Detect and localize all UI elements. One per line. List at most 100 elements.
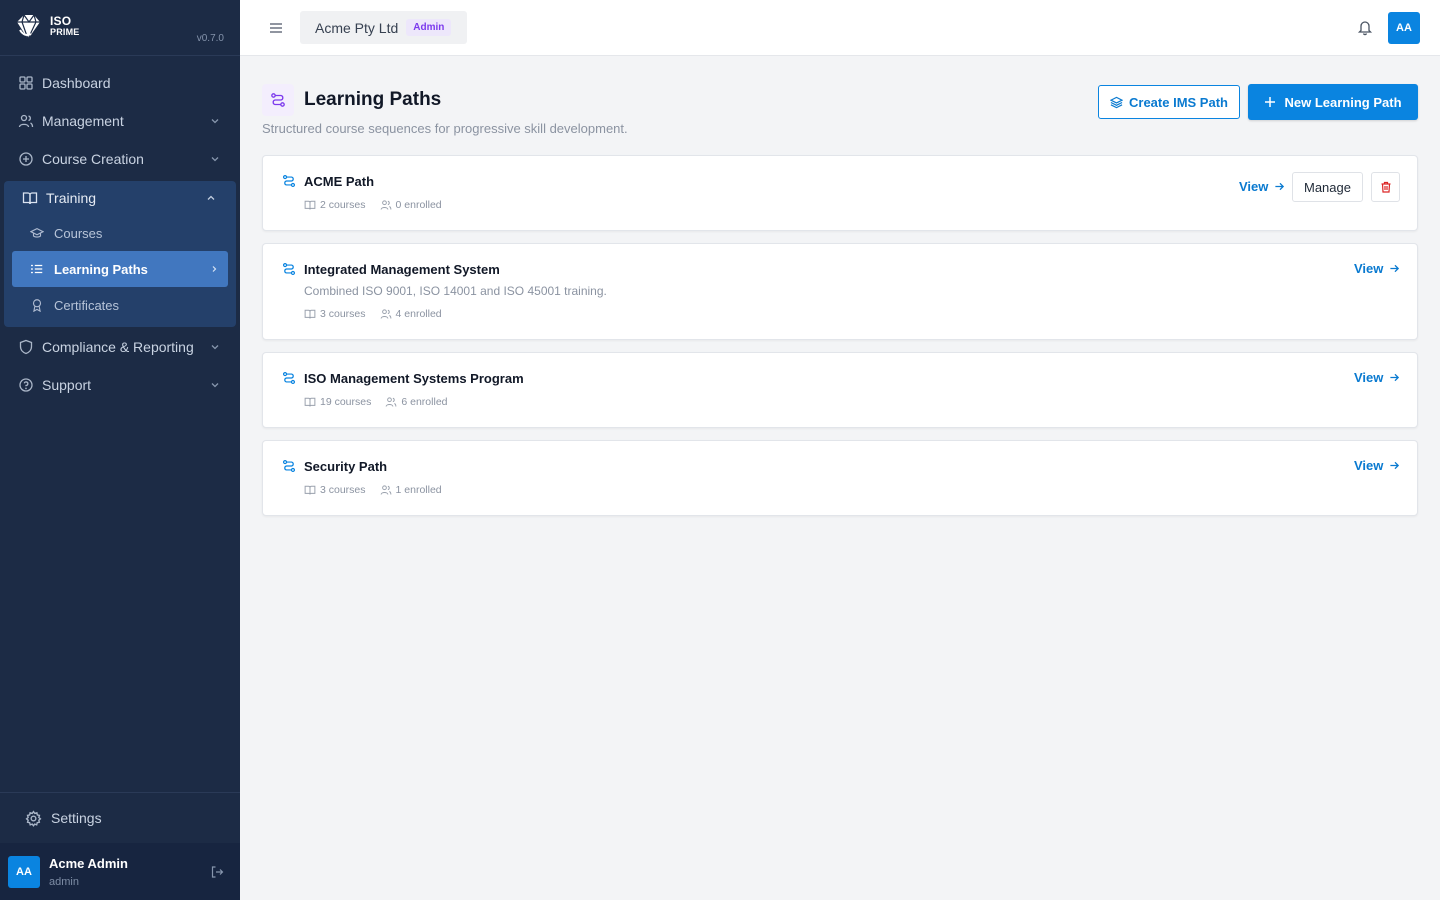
learning-path-card: ACME Path 2 courses 0 enrolled View Mana… (262, 155, 1418, 231)
path-meta: 3 courses 4 enrolled (304, 308, 442, 320)
users-icon (380, 485, 391, 495)
role-badge: Admin (406, 19, 452, 36)
chevron-down-icon (211, 345, 219, 350)
grid-icon (19, 76, 33, 90)
sidebar-item-management[interactable]: Management (0, 102, 240, 140)
app-version: v0.7.0 (196, 33, 224, 44)
delete-path-button[interactable] (1371, 172, 1400, 202)
sidebar-item-course-creation[interactable]: Course Creation (0, 140, 240, 178)
sidebar-item-settings[interactable]: Settings (0, 792, 240, 843)
create-ims-path-button[interactable]: Create IMS Path (1098, 85, 1240, 119)
user-avatar-button[interactable]: AA (1388, 12, 1420, 44)
page-subtitle: Structured course sequences for progress… (262, 121, 628, 136)
sidebar-item-label: Support (42, 377, 92, 393)
view-path-link[interactable]: View (1239, 179, 1285, 194)
sidebar-item-label: Courses (54, 225, 103, 241)
view-path-link[interactable]: View (1354, 261, 1400, 276)
sidebar-item-label: Dashboard (42, 75, 111, 91)
sidebar: ISO PRIME v0.7.0 Dashboard Management Co… (0, 0, 240, 900)
organization-switcher[interactable]: Acme Pty Ltd Admin (300, 11, 467, 44)
topbar: Acme Pty Ltd Admin AA (240, 0, 1440, 56)
avatar[interactable]: AA (8, 855, 40, 888)
org-name: Acme Pty Ltd (315, 19, 399, 36)
path-meta: 2 courses 0 enrolled (304, 199, 442, 211)
arrow-right-icon (1390, 373, 1400, 382)
book-open-icon (304, 485, 316, 495)
award-icon (32, 299, 42, 312)
users-icon (380, 309, 391, 319)
logo-line2: PRIME (50, 27, 80, 37)
users-icon (386, 397, 397, 407)
path-title[interactable]: Security Path (304, 459, 387, 474)
plus-circle-icon (19, 152, 33, 166)
new-learning-path-button[interactable]: New Learning Path (1248, 84, 1418, 120)
path-title[interactable]: ACME Path (304, 174, 374, 189)
shield-icon (19, 339, 33, 355)
sidebar-item-label: Learning Paths (54, 261, 148, 277)
route-icon (282, 371, 296, 385)
manage-path-button[interactable]: Manage (1292, 172, 1363, 202)
gear-icon (25, 809, 42, 827)
user-meta: Acme Admin admin (49, 856, 128, 888)
users-icon (18, 114, 34, 128)
page-icon (262, 84, 294, 116)
chevron-down-icon (211, 119, 219, 124)
path-description: Combined ISO 9001, ISO 14001 and ISO 450… (304, 284, 607, 298)
iso-prime-logo[interactable]: ISO PRIME (14, 12, 80, 42)
sidebar-item-label: Course Creation (42, 151, 144, 167)
user-name: Acme Admin (49, 855, 128, 871)
book-open-icon (304, 200, 316, 210)
logo-line1: ISO (50, 14, 72, 28)
sidebar-item-label: Certificates (54, 297, 120, 313)
new-learning-path-label: New Learning Path (1284, 94, 1402, 110)
course-count: 19 courses (320, 396, 372, 408)
book-open-icon (304, 309, 316, 319)
sidebar-item-learning-paths[interactable]: Learning Paths (12, 251, 228, 287)
sidebar-item-dashboard[interactable]: Dashboard (0, 64, 240, 102)
chevron-down-icon (211, 383, 219, 388)
bell-icon[interactable] (1357, 19, 1373, 36)
list-icon (30, 264, 43, 274)
user-role: admin (49, 875, 79, 888)
hamburger-menu-icon[interactable] (268, 20, 284, 36)
course-count: 3 courses (320, 484, 366, 496)
view-path-link[interactable]: View (1354, 370, 1400, 385)
sidebar-group-training: Training Courses Learning Paths Certific… (4, 181, 236, 327)
sidebar-item-training[interactable]: Training (4, 181, 236, 215)
path-title[interactable]: Integrated Management System (304, 262, 500, 277)
user-profile: AA Acme Admin admin (0, 843, 240, 900)
trash-icon (1381, 181, 1390, 193)
sidebar-item-support[interactable]: Support (0, 366, 240, 404)
logout-icon[interactable] (210, 865, 224, 879)
chevron-right-icon (212, 266, 217, 272)
view-path-link[interactable]: View (1354, 458, 1400, 473)
page-title: Learning Paths (304, 89, 442, 110)
users-icon (380, 200, 391, 210)
route-icon (282, 459, 296, 473)
route-icon (271, 93, 285, 107)
logo-text: ISO PRIME (50, 14, 80, 38)
enrolled-count: 0 enrolled (395, 199, 442, 211)
sidebar-item-certificates[interactable]: Certificates (12, 287, 228, 323)
plus-icon (1265, 97, 1276, 107)
view-label: View (1354, 370, 1384, 385)
sidebar-item-courses[interactable]: Courses (12, 215, 228, 251)
graduation-cap-icon (30, 227, 44, 238)
chevron-up-icon (207, 195, 215, 200)
path-title[interactable]: ISO Management Systems Program (304, 371, 524, 386)
course-count: 3 courses (320, 308, 366, 320)
view-label: View (1354, 458, 1384, 473)
book-open-icon (304, 397, 316, 407)
path-meta: 19 courses 6 enrolled (304, 396, 448, 408)
learning-path-card: Security Path 3 courses 1 enrolled View (262, 440, 1418, 516)
create-ims-path-label: Create IMS Path (1129, 94, 1228, 110)
arrow-right-icon (1275, 182, 1285, 191)
enrolled-count: 1 enrolled (395, 484, 442, 496)
layers-icon (1110, 96, 1123, 108)
diamond-logo-icon (17, 14, 40, 40)
enrolled-count: 6 enrolled (401, 396, 448, 408)
brand-header: ISO PRIME v0.7.0 (0, 0, 240, 56)
view-label: View (1239, 179, 1269, 194)
view-label: View (1354, 261, 1384, 276)
sidebar-item-compliance-reporting[interactable]: Compliance & Reporting (0, 328, 240, 366)
